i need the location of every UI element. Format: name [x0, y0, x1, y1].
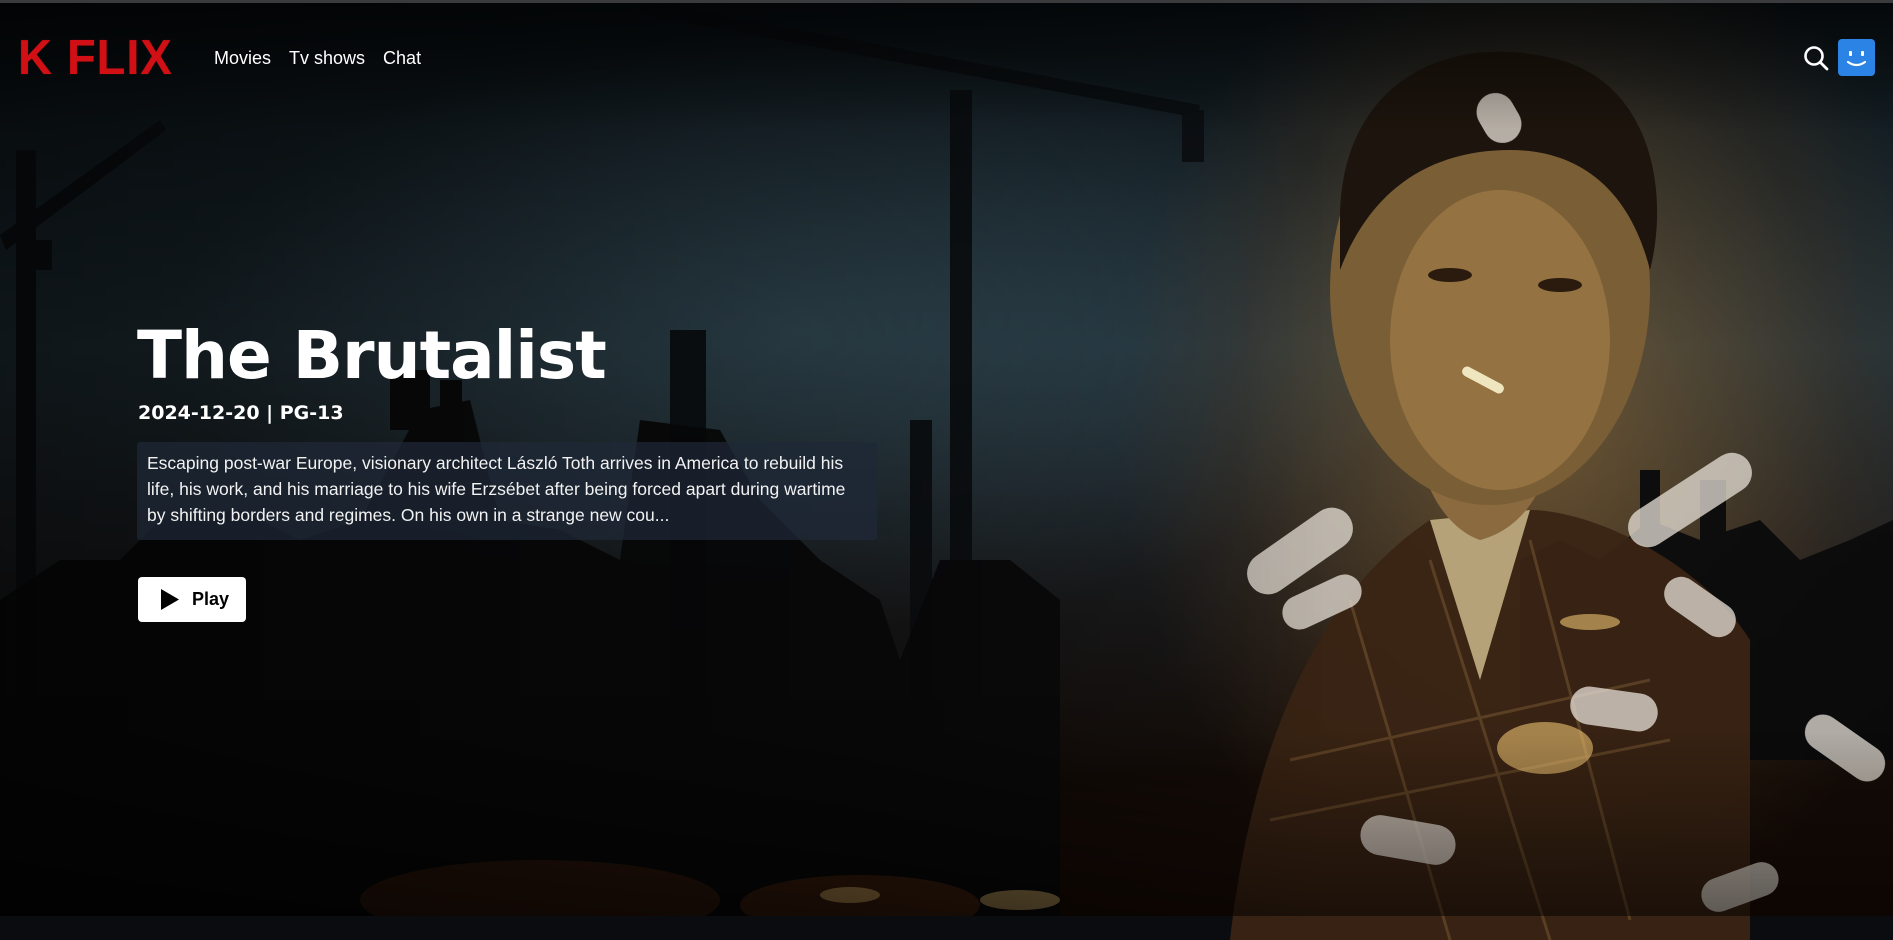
nav-link-chat[interactable]: Chat — [383, 44, 421, 72]
smiley-face-icon — [1846, 51, 1867, 67]
movie-title: The Brutalist — [137, 317, 607, 394]
profile-avatar[interactable] — [1838, 39, 1875, 76]
top-navbar: K FLIX Movies Tv shows Chat — [0, 0, 1893, 115]
release-and-rating: 2024-12-20 | PG-13 — [138, 402, 344, 424]
search-button[interactable] — [1802, 44, 1830, 72]
play-button-label: Play — [192, 589, 230, 609]
play-icon — [161, 589, 179, 610]
nav-link-movies[interactable]: Movies — [214, 44, 271, 72]
search-icon — [1804, 46, 1829, 71]
window-top-border — [0, 0, 1893, 3]
nav-links: Movies Tv shows Chat — [214, 44, 421, 72]
play-button[interactable]: Play — [138, 577, 246, 622]
brand-logo[interactable]: K FLIX — [18, 30, 173, 86]
movie-overview: Escaping post-war Europe, visionary arch… — [137, 442, 877, 540]
nav-link-tv-shows[interactable]: Tv shows — [289, 44, 365, 72]
